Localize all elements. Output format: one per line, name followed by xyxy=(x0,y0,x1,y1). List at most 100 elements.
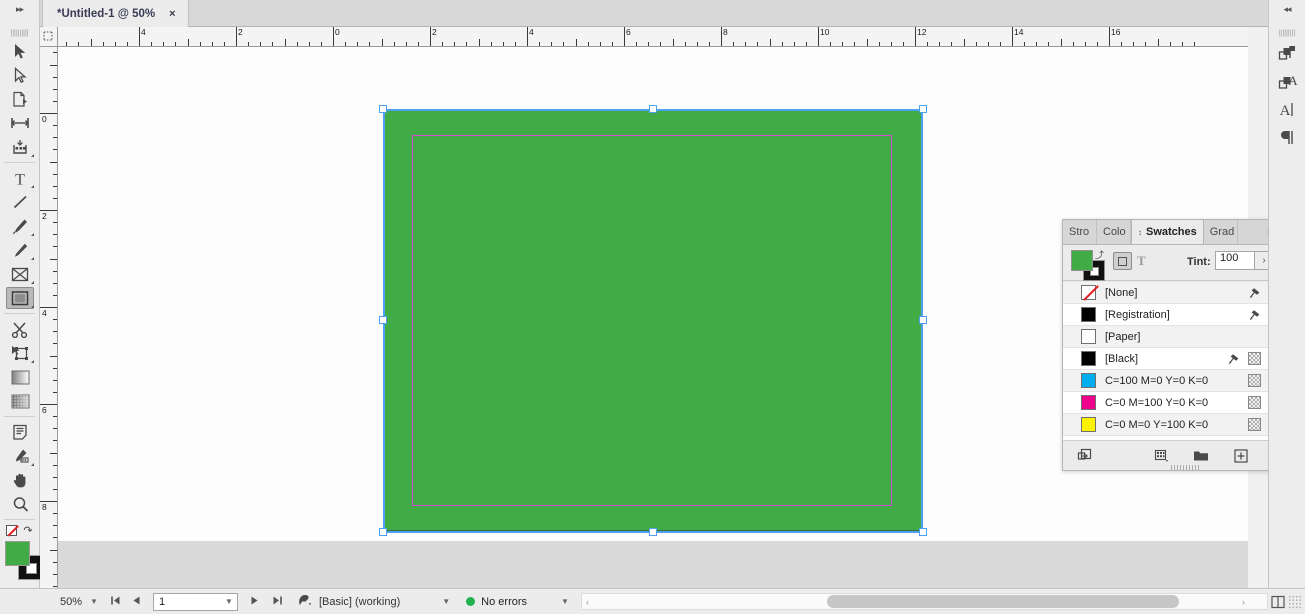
selection-bounding-box[interactable] xyxy=(383,109,923,533)
lock-icon[interactable] xyxy=(1227,352,1240,365)
document-tab[interactable]: *Untitled-1 @ 50% × xyxy=(42,0,189,27)
selection-handle-top-center[interactable] xyxy=(649,105,657,113)
hand-tool[interactable] xyxy=(0,468,40,492)
gap-tool[interactable] xyxy=(0,111,40,135)
rectangle-tool[interactable] xyxy=(0,286,40,310)
document-tab-bar: ▸▸ *Untitled-1 @ 50% × ◂◂ xyxy=(0,0,1305,27)
page-tool[interactable] xyxy=(0,87,40,111)
preflight-profile-value[interactable]: [Basic] (working) xyxy=(319,596,400,608)
fill-stroke-proxy[interactable]: ↷ xyxy=(0,523,43,589)
gradient-feather-tool[interactable] xyxy=(0,389,40,413)
tab-gradient[interactable]: Grad xyxy=(1204,220,1238,244)
ruler-major-tick xyxy=(333,27,334,46)
page-dropdown-icon[interactable]: ▼ xyxy=(225,597,233,606)
prev-page-icon[interactable] xyxy=(132,595,141,609)
frame-tool[interactable] xyxy=(0,262,40,286)
next-page-icon[interactable] xyxy=(250,595,259,609)
ruler-minor-tick xyxy=(1133,42,1135,46)
tab-swatches[interactable]: ↕ Swatches xyxy=(1131,220,1204,244)
first-page-icon[interactable] xyxy=(110,595,121,609)
paragraph-styles-panel-icon[interactable] xyxy=(1269,39,1305,67)
new-swatch-icon[interactable] xyxy=(1228,448,1254,463)
pencil-tool[interactable] xyxy=(0,238,40,262)
content-collector-tool[interactable] xyxy=(0,135,40,159)
close-icon[interactable]: × xyxy=(169,8,175,20)
selection-handle-bottom-right[interactable] xyxy=(919,528,927,536)
ruler-minor-tick xyxy=(53,52,57,54)
paragraph-panel-icon[interactable] xyxy=(1269,123,1305,151)
selection-handle-bottom-left[interactable] xyxy=(379,528,387,536)
ruler-minor-tick xyxy=(951,42,953,46)
new-color-group-icon[interactable] xyxy=(1148,449,1174,463)
text-formatting-icon[interactable]: T xyxy=(1137,253,1146,269)
selection-handle-middle-left[interactable] xyxy=(379,316,387,324)
new-swatch-folder-icon[interactable] xyxy=(1188,449,1214,462)
preflight-icon[interactable] xyxy=(297,593,313,611)
character-styles-panel-icon[interactable]: A xyxy=(1269,67,1305,95)
zoom-tool[interactable] xyxy=(0,492,40,516)
tab-color[interactable]: Colo xyxy=(1097,220,1131,244)
collapse-tools-button[interactable]: ▸▸ xyxy=(0,0,40,27)
show-all-swatches-icon[interactable] xyxy=(1071,448,1097,463)
tools-panel-drag-handle[interactable]: |||||||||| xyxy=(0,27,39,39)
ruler-label: 6 xyxy=(626,27,631,37)
scissors-tool[interactable] xyxy=(0,317,40,341)
selection-handle-middle-right[interactable] xyxy=(919,316,927,324)
free-transform-tool[interactable] xyxy=(0,341,40,365)
selection-handle-top-left[interactable] xyxy=(379,105,387,113)
tab-stroke[interactable]: Stro xyxy=(1063,220,1097,244)
scroll-right-icon[interactable]: › xyxy=(1242,597,1245,607)
collapse-panels-button[interactable]: ◂◂ xyxy=(1268,0,1305,27)
direct-selection-tool[interactable] xyxy=(0,63,40,87)
lock-icon[interactable] xyxy=(1248,308,1261,321)
preflight-dropdown-icon[interactable]: ▼ xyxy=(442,597,450,606)
type-tool[interactable]: T xyxy=(0,166,40,190)
zoom-level-value[interactable]: 50% xyxy=(60,596,82,608)
panel-resize-grip[interactable] xyxy=(1171,465,1201,470)
horizontal-scroll-thumb[interactable] xyxy=(826,595,1179,608)
scroll-left-icon[interactable]: ‹ xyxy=(586,597,589,607)
lock-icon[interactable] xyxy=(1248,286,1261,299)
gradient-swatch-tool[interactable] xyxy=(0,365,40,389)
pen-tool[interactable] xyxy=(0,214,40,238)
ruler-minor-tick xyxy=(587,42,589,46)
swatch-name: [Registration] xyxy=(1105,308,1170,321)
last-page-icon[interactable] xyxy=(272,595,283,609)
horizontal-ruler[interactable]: 6420246810121416 xyxy=(58,27,1248,47)
eyedropper-tool[interactable] xyxy=(0,444,40,468)
page-nav-next-last xyxy=(250,595,283,609)
horizontal-scrollbar[interactable]: ‹ › xyxy=(580,593,1268,610)
swap-fill-stroke-icon[interactable]: ⤴ xyxy=(1095,248,1104,261)
fill-color-swatch[interactable] xyxy=(5,541,30,566)
panel-fill-swatch[interactable] xyxy=(1071,250,1093,271)
character-panel-icon[interactable]: A xyxy=(1269,95,1305,123)
resize-grip-icon[interactable] xyxy=(1288,594,1302,609)
selection-tool[interactable] xyxy=(0,39,40,63)
page-number-input[interactable]: 1 ▼ xyxy=(152,592,238,611)
ruler-minor-tick xyxy=(50,64,57,66)
zoom-dropdown-icon[interactable]: ▼ xyxy=(90,597,98,606)
swap-fill-stroke-icon[interactable]: ↷ xyxy=(22,525,34,537)
ruler-minor-tick xyxy=(114,42,116,46)
selection-handle-bottom-center[interactable] xyxy=(649,528,657,536)
ruler-major-tick xyxy=(1012,27,1013,46)
container-formatting-icon[interactable] xyxy=(1113,252,1132,270)
ruler-label: 10 xyxy=(820,27,830,37)
vertical-ruler[interactable]: 0 2 4 6 8 xyxy=(40,47,58,588)
ruler-minor-tick xyxy=(478,39,480,46)
line-tool[interactable] xyxy=(0,190,40,214)
svg-text:T: T xyxy=(15,171,25,187)
ruler-label: 14 xyxy=(1014,27,1024,37)
ruler-major-tick xyxy=(818,27,819,46)
ruler-origin-button[interactable] xyxy=(40,27,58,47)
ruler-minor-tick xyxy=(248,42,250,46)
tint-input[interactable]: 100 xyxy=(1215,251,1255,270)
selection-handle-top-right[interactable] xyxy=(919,105,927,113)
apply-none-icon[interactable] xyxy=(6,525,17,536)
error-dropdown-icon[interactable]: ▼ xyxy=(561,597,569,606)
page-number-value: 1 xyxy=(158,595,166,608)
split-layout-icon[interactable] xyxy=(1268,595,1288,609)
dock-drag-handle[interactable]: ||||||||| xyxy=(1269,27,1305,39)
note-tool[interactable] xyxy=(0,420,40,444)
ruler-minor-tick xyxy=(126,42,128,46)
